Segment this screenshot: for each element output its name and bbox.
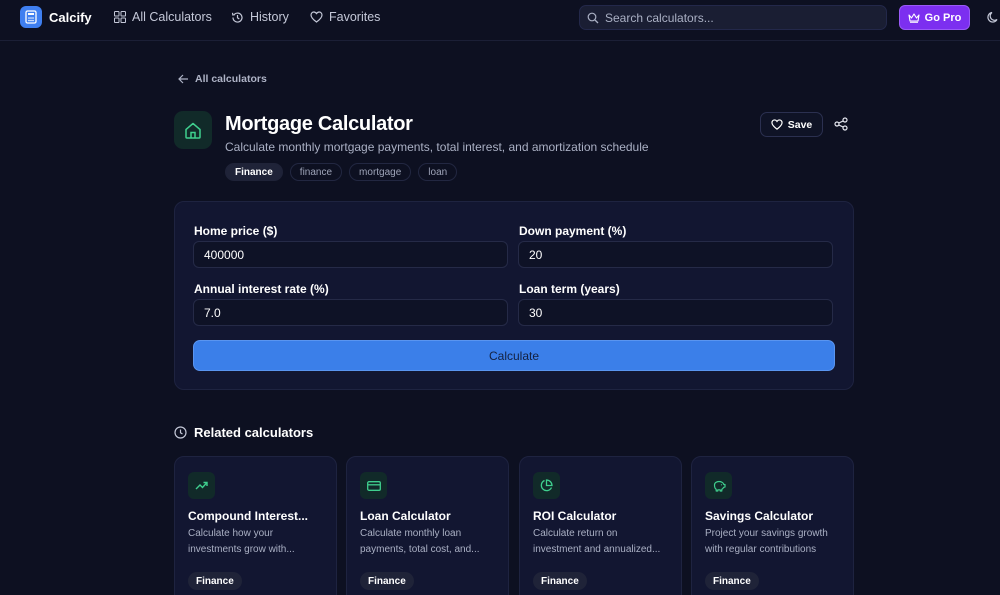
search-bar[interactable] xyxy=(579,5,887,30)
credit-card-icon xyxy=(360,472,387,499)
home-price-label: Home price ($) xyxy=(194,224,278,238)
back-link-label: All calculators xyxy=(195,73,267,85)
calculator-logo-icon xyxy=(20,6,42,28)
card-tag: Finance xyxy=(360,572,414,590)
home-icon xyxy=(174,111,212,149)
page-title: Mortgage Calculator xyxy=(225,113,413,135)
piggy-bank-icon xyxy=(705,472,732,499)
card-description: Calculate monthly loan payments, total c… xyxy=(360,528,480,555)
grid-icon xyxy=(114,11,126,23)
nav-favorites[interactable]: Favorites xyxy=(310,10,380,24)
card-description: Calculate return on investment and annua… xyxy=(533,528,661,555)
related-card-loan[interactable]: Loan Calculator Calculate monthly loan p… xyxy=(346,456,509,595)
card-title: Savings Calculator xyxy=(705,509,814,523)
history-icon xyxy=(231,11,243,23)
save-button[interactable]: Save xyxy=(760,112,823,137)
crown-icon xyxy=(908,12,920,23)
nav-label: All Calculators xyxy=(132,10,212,24)
category-tag[interactable]: Finance xyxy=(225,163,283,181)
app-logo[interactable]: Calcify xyxy=(20,6,92,28)
page-subtitle: Calculate monthly mortgage payments, tot… xyxy=(225,140,649,154)
nav-label: History xyxy=(250,10,289,24)
pie-chart-icon xyxy=(533,472,560,499)
related-card-savings[interactable]: Savings Calculator Project your savings … xyxy=(691,456,854,595)
card-description: Calculate how your investments grow with… xyxy=(188,528,295,555)
save-label: Save xyxy=(787,118,813,131)
clock-icon xyxy=(174,426,187,439)
keyword-tag[interactable]: mortgage xyxy=(349,163,412,181)
card-title: Compound Interest... xyxy=(188,509,308,523)
related-card-roi[interactable]: ROI Calculator Calculate return on inves… xyxy=(519,456,682,595)
trending-up-icon xyxy=(188,472,215,499)
related-calculators-heading: Related calculators xyxy=(174,425,313,440)
nav-history[interactable]: History xyxy=(231,10,289,24)
nav-label: Favorites xyxy=(329,10,381,24)
tag-list: Finance finance mortgage loan xyxy=(225,163,464,181)
card-tag: Finance xyxy=(705,572,759,590)
keyword-tag[interactable]: loan xyxy=(418,163,458,181)
related-card-compound-interest[interactable]: Compound Interest... Calculate how your … xyxy=(174,456,337,595)
interest-rate-label: Annual interest rate (%) xyxy=(194,282,329,296)
interest-rate-input[interactable] xyxy=(193,299,508,326)
back-link[interactable]: All calculators xyxy=(178,73,267,85)
card-description: Project your savings growth with regular… xyxy=(705,528,828,555)
top-navigation-bar: Calcify All Calculators History Favorite… xyxy=(0,0,1000,41)
card-tag: Finance xyxy=(533,572,587,590)
arrow-left-icon xyxy=(178,74,188,84)
loan-term-label: Loan term (years) xyxy=(519,282,620,296)
nav-all-calculators[interactable]: All Calculators xyxy=(114,10,212,24)
keyword-tag[interactable]: finance xyxy=(289,163,343,181)
related-heading-label: Related calculators xyxy=(194,425,314,440)
down-payment-input[interactable] xyxy=(518,241,833,268)
home-price-input[interactable] xyxy=(193,241,508,268)
card-title: Loan Calculator xyxy=(360,509,451,523)
card-title: ROI Calculator xyxy=(533,509,617,523)
app-name: Calcify xyxy=(49,9,92,25)
theme-toggle-moon-icon[interactable] xyxy=(987,11,1000,27)
search-input[interactable] xyxy=(605,10,875,25)
go-pro-button[interactable]: Go Pro xyxy=(899,5,970,30)
loan-term-input[interactable] xyxy=(518,299,833,326)
heart-icon xyxy=(771,119,783,130)
card-tag: Finance xyxy=(188,572,242,590)
go-pro-label: Go Pro xyxy=(924,11,962,24)
calculate-button[interactable]: Calculate xyxy=(193,340,835,371)
down-payment-label: Down payment (%) xyxy=(519,224,627,238)
heart-icon xyxy=(310,11,323,23)
share-icon[interactable] xyxy=(834,117,848,134)
search-icon xyxy=(587,12,599,23)
